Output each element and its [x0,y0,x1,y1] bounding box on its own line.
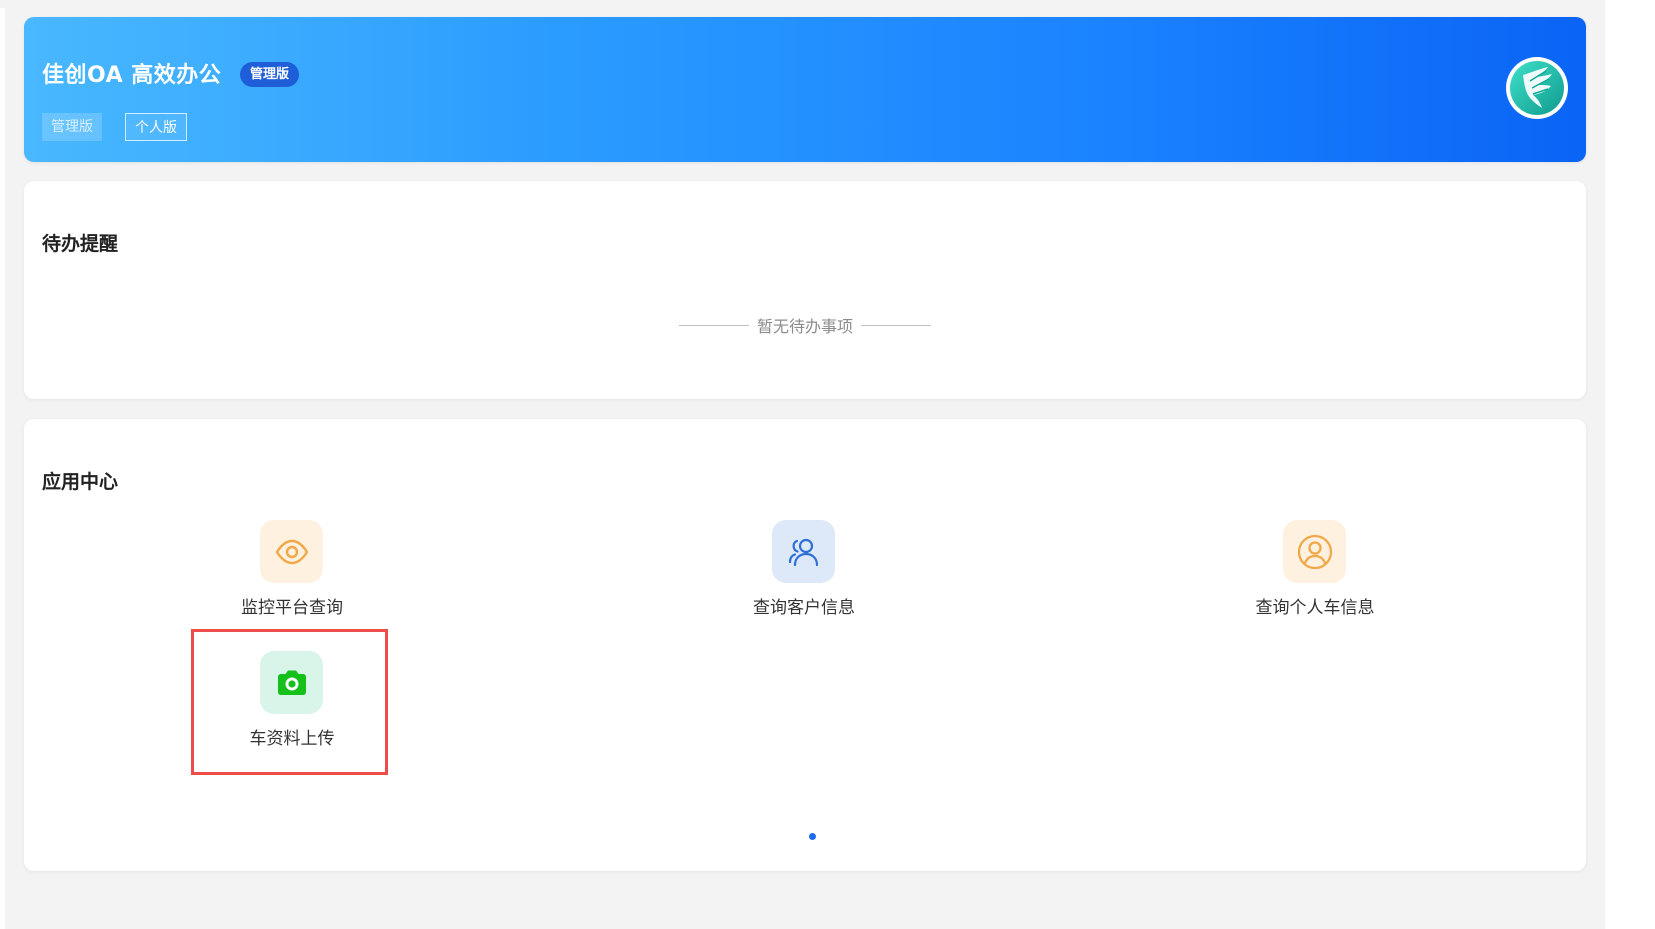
app-center-card: 应用中心 监控平台查询 查询客户信息 查询个人车信息 车资料上传 [24,419,1586,871]
app-title: 佳创OA 高效办公 [42,63,222,88]
app-icon-tile [260,520,323,583]
personal-version-button[interactable]: 个人版 [125,113,187,141]
app-label: 车资料上传 [249,729,335,749]
app-label: 监控平台查询 [241,598,343,618]
users-icon [788,538,818,566]
edition-badge: 管理版 [240,62,300,87]
todo-card: 待办提醒 暂无待办事项 [24,181,1586,399]
app-monitor-platform-query[interactable]: 监控平台查询 [192,520,392,640]
user-circle-icon [1297,534,1332,569]
todo-empty-text: 暂无待办事项 [756,317,853,336]
header-banner: 佳创OA 高效办公 管理版 管理版 个人版 [24,17,1586,162]
app-center-title: 应用中心 [42,471,119,493]
app-icon-tile [260,651,323,714]
pagination-dot[interactable] [809,833,816,840]
app-car-data-upload[interactable]: 车资料上传 [192,651,392,771]
app-label: 查询个人车信息 [1255,598,1375,618]
eye-icon [275,539,308,564]
app-icon-tile [772,520,835,583]
feather-logo-icon [1510,61,1564,115]
camera-icon [277,670,306,695]
app-label: 查询客户信息 [753,598,855,618]
todo-section-title: 待办提醒 [42,233,119,255]
app-icon-tile [1283,520,1346,583]
app-query-personal-car-info[interactable]: 查询个人车信息 [1215,520,1415,640]
avatar[interactable] [1506,57,1568,119]
admin-version-button[interactable]: 管理版 [42,113,102,141]
empty-divider-right [861,325,931,326]
app-query-customer-info[interactable]: 查询客户信息 [704,520,904,640]
